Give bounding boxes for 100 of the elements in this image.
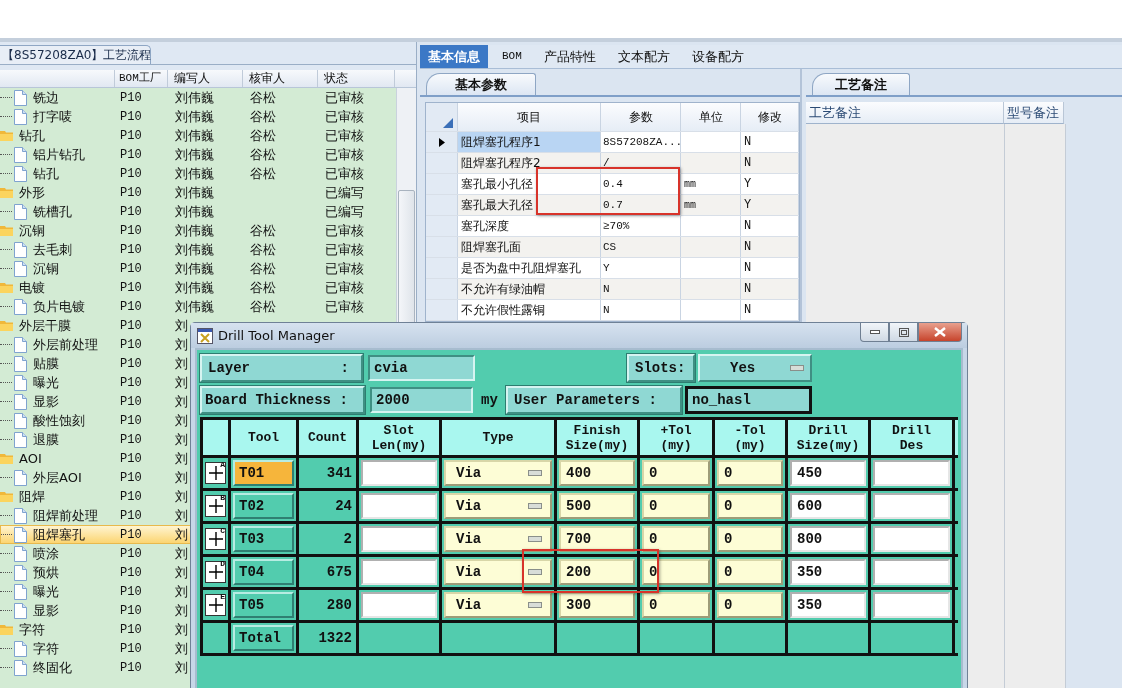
table-cell: 刘伟巍 [175, 241, 214, 257]
table-cell: P10 [120, 300, 142, 314]
table-cell: P10 [120, 642, 142, 656]
table-cell: 341 [299, 458, 356, 488]
table-cell: 刘 [175, 507, 188, 523]
table-cell: P10 [120, 224, 142, 238]
table-cell: 谷松 [250, 89, 276, 105]
column-header: Slot Len(my) [359, 420, 439, 455]
slots-label: Slots: [627, 354, 695, 382]
table-cell: 刘 [175, 355, 188, 371]
table-cell: P10 [120, 262, 142, 276]
table-cell: 已编写 [325, 184, 364, 200]
table-cell: 刘伟巍 [175, 298, 214, 314]
step-name: 字符 [33, 639, 59, 658]
table-cell: 谷松 [250, 165, 276, 181]
table-cell: P10 [120, 414, 142, 428]
column-header: -Tol (my) [715, 420, 785, 455]
table-cell: 已审核 [325, 89, 364, 105]
table-cell: 刘 [175, 583, 188, 599]
table-cell: 刘伟巍 [175, 184, 214, 200]
table-cell: P10 [120, 433, 142, 447]
table-cell: P10 [120, 338, 142, 352]
step-name: 电镀 [19, 278, 45, 297]
step-name: 去毛刺 [33, 240, 72, 259]
step-name: 曝光 [33, 373, 59, 392]
table-cell: 刘 [175, 336, 188, 352]
step-name: 阻焊 [19, 487, 45, 506]
table-cell: P10 [120, 376, 142, 390]
table-cell: 刘 [175, 526, 188, 542]
table-cell: P10 [120, 566, 142, 580]
table-cell: 刘伟巍 [175, 222, 214, 238]
table-cell: mm [684, 199, 696, 211]
step-name: 显影 [33, 601, 59, 620]
table-cell: 谷松 [250, 260, 276, 276]
table-cell: 675 [299, 557, 356, 587]
table-cell: P10 [120, 281, 142, 295]
step-name: 外层干膜 [19, 316, 71, 335]
table-cell: P10 [120, 167, 142, 181]
column-header: Type [442, 420, 554, 455]
table-cell: 280 [299, 590, 356, 620]
table-cell: 刘伟巍 [175, 279, 214, 295]
table-cell: 刘 [175, 602, 188, 618]
table-cell: 已编写 [325, 203, 364, 219]
column-header: Finish Size(my) [557, 420, 637, 455]
unit-label: my [480, 392, 499, 408]
step-name: 字符 [19, 620, 45, 639]
table-cell: 刘伟巍 [175, 165, 214, 181]
table-cell: 刘伟巍 [175, 260, 214, 276]
table-cell: 谷松 [250, 146, 276, 162]
label-colon: : [340, 360, 349, 376]
table-cell: 刘伟巍 [175, 146, 214, 162]
step-name: 显影 [33, 392, 59, 411]
step-name: 外形 [19, 183, 45, 202]
table-cell: 已审核 [325, 241, 364, 257]
table-cell: 刘伟巍 [175, 89, 214, 105]
window-title: Drill Tool Manager [218, 328, 335, 343]
table-cell: P10 [120, 357, 142, 371]
table-cell: P10 [120, 205, 142, 219]
table-cell: 谷松 [250, 222, 276, 238]
column-header: Count [299, 420, 356, 455]
table-cell: P10 [120, 110, 142, 124]
step-name: AOI [19, 451, 42, 466]
table-cell: 已审核 [325, 108, 364, 124]
column-header: Drill Size(my) [788, 420, 868, 455]
table-cell: 已审核 [325, 279, 364, 295]
table-cell: P10 [120, 186, 142, 200]
table-cell: P10 [120, 148, 142, 162]
table-cell: 谷松 [250, 108, 276, 124]
table-cell: 刘 [175, 374, 188, 390]
table-cell: P10 [120, 452, 142, 466]
table-cell: P10 [120, 490, 142, 504]
step-name: 沉铜 [19, 221, 45, 240]
column-header: Drill Des [871, 420, 952, 455]
step-name: 外层前处理 [33, 335, 98, 354]
table-cell: P10 [120, 528, 142, 542]
step-name: 钻孔 [33, 164, 59, 183]
table-cell: P10 [120, 91, 142, 105]
step-name: 铣边 [33, 88, 59, 107]
table-cell: 刘 [175, 431, 188, 447]
table-cell: 刘 [175, 545, 188, 561]
table-cell: 刘 [175, 469, 188, 485]
table-cell: P10 [120, 395, 142, 409]
table-cell: P10 [120, 623, 142, 637]
table-cell: 已审核 [325, 222, 364, 238]
table-cell: 刘 [175, 393, 188, 409]
table-cell: 已审核 [325, 260, 364, 276]
table-cell: 刘 [175, 488, 188, 504]
table-cell: P10 [120, 585, 142, 599]
table-cell: 已审核 [325, 146, 364, 162]
column-header: +Tol (my) [640, 420, 712, 455]
step-name: 钻孔 [19, 126, 45, 145]
step-name: 沉铜 [33, 259, 59, 278]
step-name: 贴膜 [33, 354, 59, 373]
step-name: 铝片钻孔 [33, 145, 85, 164]
step-name: 铣槽孔 [33, 202, 72, 221]
table-cell: 刘伟巍 [175, 108, 214, 124]
step-name: 阻焊塞孔 [33, 525, 85, 544]
table-cell: 刘 [175, 640, 188, 656]
table-cell: P10 [120, 547, 142, 561]
step-name: 喷涂 [33, 544, 59, 563]
